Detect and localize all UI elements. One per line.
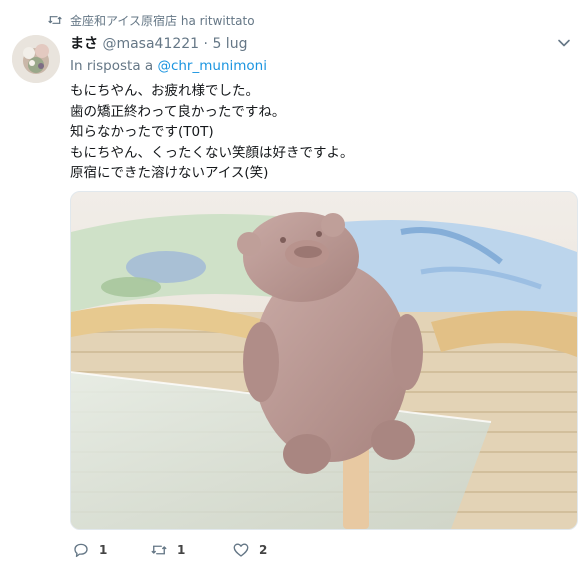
retweet-count: 1 <box>177 543 186 557</box>
tweet-line: もにちやん、くったくない笑顔は好きですよ。 <box>70 144 354 161</box>
tweet-text: もにちやん、お疲れ様でした。 歯の矯正終わって良かったですね。 知らなかったです… <box>70 81 570 184</box>
reply-icon <box>74 543 88 558</box>
tweet-actions: 1 1 2 <box>70 540 570 562</box>
header-separator: · <box>203 36 208 52</box>
avatar[interactable] <box>12 35 60 83</box>
chevron-down-icon[interactable] <box>557 36 571 50</box>
reply-mention-link[interactable]: @chr_munimoni <box>157 58 267 74</box>
author-name[interactable]: まさ <box>70 36 98 52</box>
tweet-timestamp[interactable]: 5 lug <box>212 36 247 52</box>
retweet-context: 金座和アイス原宿店 ha ritwittato <box>0 10 585 30</box>
tweet-line: 知らなかったです(T0T) <box>70 124 214 140</box>
reply-count: 1 <box>99 543 108 557</box>
reply-button[interactable]: 1 <box>72 540 107 560</box>
retweet-icon <box>151 545 167 555</box>
like-button[interactable]: 2 <box>232 540 267 560</box>
reply-context: In risposta a @chr_munimoni <box>70 58 267 74</box>
tweet-line: 原宿にできた溶けないアイス(笑) <box>70 165 269 181</box>
author-handle[interactable]: @masa41221 <box>102 36 199 52</box>
tweet-line: もにちやん、お疲れ様でした。 <box>70 83 259 99</box>
heart-icon <box>233 543 249 557</box>
like-count: 2 <box>259 543 268 557</box>
tweet-header: まさ @masa41221 · 5 lug <box>70 33 247 53</box>
retweeted-by-text[interactable]: 金座和アイス原宿店 ha ritwittato <box>70 12 255 29</box>
retweet-button[interactable]: 1 <box>150 540 185 560</box>
retweet-icon <box>48 16 62 24</box>
tweet-photo[interactable] <box>70 191 578 530</box>
reply-prefix: In risposta a <box>70 58 154 74</box>
tweet-line: 歯の矯正終わって良かったですね。 <box>70 103 286 120</box>
